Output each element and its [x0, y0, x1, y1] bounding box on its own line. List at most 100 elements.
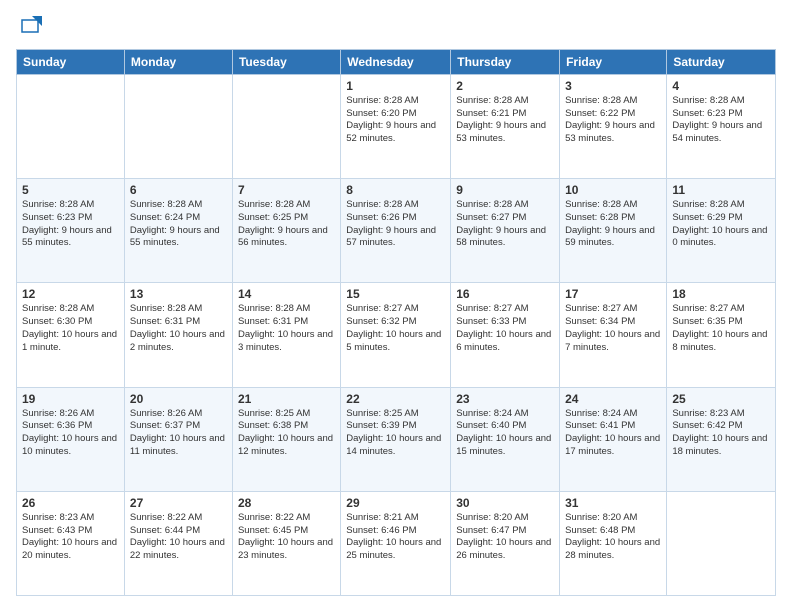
calendar-cell: 15Sunrise: 8:27 AM Sunset: 6:32 PM Dayli…	[341, 283, 451, 387]
day-number: 11	[672, 183, 770, 197]
cell-content: Sunrise: 8:28 AM Sunset: 6:31 PM Dayligh…	[130, 303, 227, 354]
calendar-cell: 11 Sunrise: 8:28 AM Sunset: 6:29 PM Dayli…	[667, 179, 776, 283]
calendar-cell: 16 Sunrise: 8:27 AM Sunset: 6:33 PM Dayli…	[451, 283, 560, 387]
calendar-cell: 3Sunrise: 8:28 AM Sunset: 6:22 PM Daylig…	[560, 74, 667, 178]
day-number: 25	[672, 392, 770, 406]
calendar-cell: 20Sunrise: 8:26 AM Sunset: 6:37 PM Dayli…	[124, 387, 232, 491]
day-number: 6	[130, 183, 227, 197]
column-header-saturday: Saturday	[667, 49, 776, 74]
calendar-cell	[17, 74, 125, 178]
day-number: 21	[238, 392, 335, 406]
column-header-friday: Friday	[560, 49, 667, 74]
calendar-table: SundayMondayTuesdayWednesdayThursdayFrid…	[16, 49, 776, 596]
cell-content: Sunrise: 8:21 AM Sunset: 6:46 PM Dayligh…	[346, 512, 445, 563]
cell-content: Sunrise: 8:25 AM Sunset: 6:38 PM Dayligh…	[238, 408, 335, 459]
day-number: 2	[456, 79, 554, 93]
cell-content: Sunrise: 8:27 AM Sunset: 6:35 PM Dayligh…	[672, 303, 770, 354]
cell-content: Sunrise: 8:26 AM Sunset: 6:36 PM Dayligh…	[22, 408, 119, 459]
logo	[16, 16, 42, 39]
day-number: 14	[238, 287, 335, 301]
day-number: 9	[456, 183, 554, 197]
day-number: 24	[565, 392, 661, 406]
column-header-thursday: Thursday	[451, 49, 560, 74]
cell-content: Sunrise: 8:28 AM Sunset: 6:27 PM Dayligh…	[456, 199, 554, 250]
calendar-cell: 21 Sunrise: 8:25 AM Sunset: 6:38 PM Dayli…	[232, 387, 340, 491]
day-number: 27	[130, 496, 227, 510]
cell-content: Sunrise: 8:27 AM Sunset: 6:32 PM Dayligh…	[346, 303, 445, 354]
day-number: 12	[22, 287, 119, 301]
calendar-cell: 6 Sunrise: 8:28 AM Sunset: 6:24 PM Daylig…	[124, 179, 232, 283]
day-number: 28	[238, 496, 335, 510]
calendar-cell: 30 Sunrise: 8:20 AM Sunset: 6:47 PM Dayli…	[451, 491, 560, 595]
column-header-tuesday: Tuesday	[232, 49, 340, 74]
calendar-cell: 7 Sunrise: 8:28 AM Sunset: 6:25 PM Daylig…	[232, 179, 340, 283]
day-number: 31	[565, 496, 661, 510]
cell-content: Sunrise: 8:28 AM Sunset: 6:23 PM Dayligh…	[672, 95, 770, 146]
column-header-monday: Monday	[124, 49, 232, 74]
day-number: 1	[346, 79, 445, 93]
calendar-cell: 27Sunrise: 8:22 AM Sunset: 6:44 PM Dayli…	[124, 491, 232, 595]
cell-content: Sunrise: 8:28 AM Sunset: 6:31 PM Dayligh…	[238, 303, 335, 354]
cell-content: Sunrise: 8:28 AM Sunset: 6:24 PM Dayligh…	[130, 199, 227, 250]
calendar-cell: 18 Sunrise: 8:27 AM Sunset: 6:35 PM Dayli…	[667, 283, 776, 387]
week-row-5: 26 Sunrise: 8:23 AM Sunset: 6:43 PM Dayli…	[17, 491, 776, 595]
cell-content: Sunrise: 8:22 AM Sunset: 6:45 PM Dayligh…	[238, 512, 335, 563]
calendar-header-row: SundayMondayTuesdayWednesdayThursdayFrid…	[17, 49, 776, 74]
day-number: 23	[456, 392, 554, 406]
cell-content: Sunrise: 8:24 AM Sunset: 6:41 PM Dayligh…	[565, 408, 661, 459]
calendar-cell	[667, 491, 776, 595]
week-row-1: 1 Sunrise: 8:28 AM Sunset: 6:20 PM Daylig…	[17, 74, 776, 178]
week-row-4: 19Sunrise: 8:26 AM Sunset: 6:36 PM Dayli…	[17, 387, 776, 491]
logo-text	[16, 16, 42, 41]
day-number: 18	[672, 287, 770, 301]
column-header-wednesday: Wednesday	[341, 49, 451, 74]
page: SundayMondayTuesdayWednesdayThursdayFrid…	[0, 0, 792, 612]
day-number: 7	[238, 183, 335, 197]
calendar-cell: 1 Sunrise: 8:28 AM Sunset: 6:20 PM Daylig…	[341, 74, 451, 178]
cell-content: Sunrise: 8:23 AM Sunset: 6:43 PM Dayligh…	[22, 512, 119, 563]
calendar-cell: 31 Sunrise: 8:20 AM Sunset: 6:48 PM Dayli…	[560, 491, 667, 595]
day-number: 16	[456, 287, 554, 301]
week-row-3: 12 Sunrise: 8:28 AM Sunset: 6:30 PM Dayli…	[17, 283, 776, 387]
column-header-sunday: Sunday	[17, 49, 125, 74]
day-number: 26	[22, 496, 119, 510]
cell-content: Sunrise: 8:20 AM Sunset: 6:47 PM Dayligh…	[456, 512, 554, 563]
cell-content: Sunrise: 8:23 AM Sunset: 6:42 PM Dayligh…	[672, 408, 770, 459]
calendar-cell: 26 Sunrise: 8:23 AM Sunset: 6:43 PM Dayli…	[17, 491, 125, 595]
calendar-cell: 23 Sunrise: 8:24 AM Sunset: 6:40 PM Dayli…	[451, 387, 560, 491]
calendar-cell: 8Sunrise: 8:28 AM Sunset: 6:26 PM Daylig…	[341, 179, 451, 283]
calendar-cell	[232, 74, 340, 178]
calendar-cell: 29 Sunrise: 8:21 AM Sunset: 6:46 PM Dayli…	[341, 491, 451, 595]
cell-content: Sunrise: 8:28 AM Sunset: 6:30 PM Dayligh…	[22, 303, 119, 354]
day-number: 20	[130, 392, 227, 406]
cell-content: Sunrise: 8:24 AM Sunset: 6:40 PM Dayligh…	[456, 408, 554, 459]
cell-content: Sunrise: 8:27 AM Sunset: 6:34 PM Dayligh…	[565, 303, 661, 354]
calendar-cell: 14 Sunrise: 8:28 AM Sunset: 6:31 PM Dayli…	[232, 283, 340, 387]
calendar-cell: 24 Sunrise: 8:24 AM Sunset: 6:41 PM Dayli…	[560, 387, 667, 491]
cell-content: Sunrise: 8:27 AM Sunset: 6:33 PM Dayligh…	[456, 303, 554, 354]
calendar-cell: 4Sunrise: 8:28 AM Sunset: 6:23 PM Daylig…	[667, 74, 776, 178]
cell-content: Sunrise: 8:28 AM Sunset: 6:20 PM Dayligh…	[346, 95, 445, 146]
calendar-body: 1 Sunrise: 8:28 AM Sunset: 6:20 PM Daylig…	[17, 74, 776, 595]
calendar-cell	[124, 74, 232, 178]
day-number: 10	[565, 183, 661, 197]
cell-content: Sunrise: 8:28 AM Sunset: 6:21 PM Dayligh…	[456, 95, 554, 146]
calendar-cell: 5 Sunrise: 8:28 AM Sunset: 6:23 PM Daylig…	[17, 179, 125, 283]
calendar-cell: 28 Sunrise: 8:22 AM Sunset: 6:45 PM Dayli…	[232, 491, 340, 595]
cell-content: Sunrise: 8:28 AM Sunset: 6:23 PM Dayligh…	[22, 199, 119, 250]
calendar-cell: 9 Sunrise: 8:28 AM Sunset: 6:27 PM Daylig…	[451, 179, 560, 283]
calendar-cell: 13Sunrise: 8:28 AM Sunset: 6:31 PM Dayli…	[124, 283, 232, 387]
cell-content: Sunrise: 8:28 AM Sunset: 6:29 PM Dayligh…	[672, 199, 770, 250]
week-row-2: 5 Sunrise: 8:28 AM Sunset: 6:23 PM Daylig…	[17, 179, 776, 283]
calendar-cell: 25 Sunrise: 8:23 AM Sunset: 6:42 PM Dayli…	[667, 387, 776, 491]
day-number: 5	[22, 183, 119, 197]
cell-content: Sunrise: 8:28 AM Sunset: 6:22 PM Dayligh…	[565, 95, 661, 146]
day-number: 30	[456, 496, 554, 510]
logo-icon	[18, 16, 42, 36]
cell-content: Sunrise: 8:20 AM Sunset: 6:48 PM Dayligh…	[565, 512, 661, 563]
day-number: 29	[346, 496, 445, 510]
day-number: 8	[346, 183, 445, 197]
calendar-cell: 12 Sunrise: 8:28 AM Sunset: 6:30 PM Dayli…	[17, 283, 125, 387]
calendar-cell: 17Sunrise: 8:27 AM Sunset: 6:34 PM Dayli…	[560, 283, 667, 387]
cell-content: Sunrise: 8:28 AM Sunset: 6:25 PM Dayligh…	[238, 199, 335, 250]
